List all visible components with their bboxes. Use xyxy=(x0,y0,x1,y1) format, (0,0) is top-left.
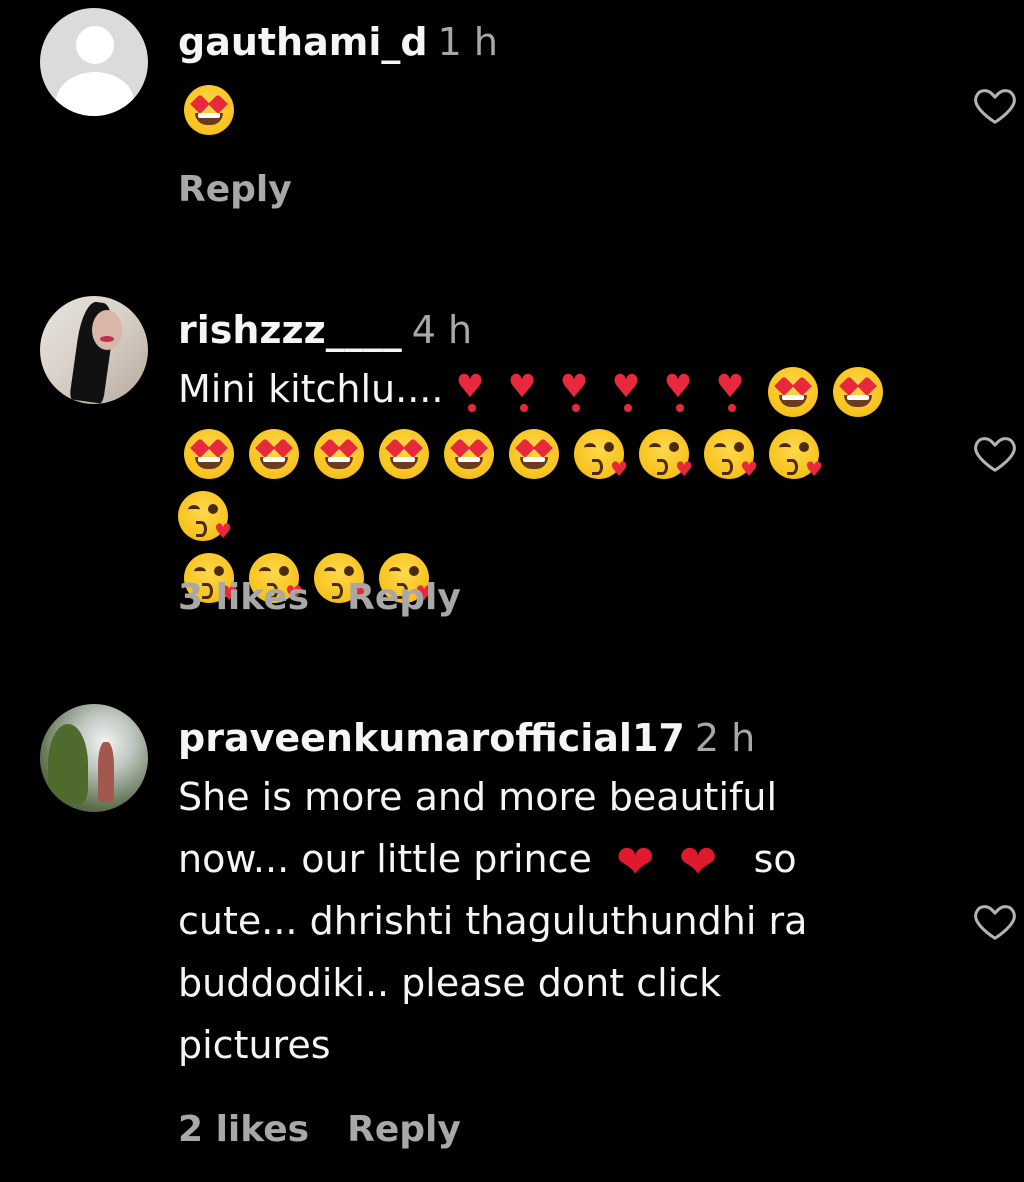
heart-eyes-emoji-icon xyxy=(832,366,883,417)
comment-actions: Reply xyxy=(178,168,292,212)
blowing-kiss-emoji-icon: ♥ xyxy=(639,428,693,479)
comment-text: She is more and more beautiful now... ou… xyxy=(178,766,898,1076)
heart-outline-icon[interactable] xyxy=(972,430,1018,476)
comment-header: praveenkumarofficial17 2 h xyxy=(178,714,755,762)
comment-actions: 2 likes Reply xyxy=(178,1108,461,1152)
timestamp[interactable]: 1 h xyxy=(438,20,498,64)
heart-eyes-emoji-icon xyxy=(509,428,559,479)
heart-exclamation-emoji-icon: ♥ xyxy=(508,370,540,414)
comment-text-content: Mini kitchlu.... xyxy=(178,367,444,411)
red-heart-emoji-icon: ❤ xyxy=(616,834,655,889)
reply-button[interactable]: Reply xyxy=(347,577,461,618)
heart-exclamation-emoji-icon: ♥ xyxy=(716,370,748,414)
blowing-kiss-emoji-icon: ♥ xyxy=(178,490,232,541)
heart-outline-icon[interactable] xyxy=(972,82,1018,128)
likes-count[interactable]: 2 likes xyxy=(178,1109,309,1150)
heart-eyes-emoji-icon xyxy=(184,428,234,479)
avatar[interactable] xyxy=(40,296,148,404)
heart-eyes-emoji-icon xyxy=(767,366,818,417)
username[interactable]: praveenkumarofficial17 xyxy=(178,716,685,760)
username[interactable]: gauthami_d xyxy=(178,20,428,64)
heart-exclamation-emoji-icon: ♥ xyxy=(664,370,696,414)
comment-text: Mini kitchlu.... ♥ ♥ ♥ ♥ ♥ ♥ ♥ ♥ ♥ ♥ ♥ ♥ ♥ ♥ ♥ xyxy=(178,358,898,606)
comment-text-line: pictures xyxy=(178,1023,331,1067)
username[interactable]: rishzzz____ xyxy=(178,308,402,352)
comment-text-line: buddodiki.. please dont click xyxy=(178,961,722,1005)
timestamp[interactable]: 2 h xyxy=(695,716,755,760)
heart-exclamation-emoji-icon: ♥ xyxy=(456,370,488,414)
heart-outline-icon[interactable] xyxy=(972,898,1018,944)
timestamp[interactable]: 4 h xyxy=(412,308,472,352)
blowing-kiss-emoji-icon: ♥ xyxy=(704,428,758,479)
comment-header: rishzzz____ 4 h xyxy=(178,306,472,354)
reply-button[interactable]: Reply xyxy=(347,1109,461,1150)
red-heart-emoji-icon: ❤ xyxy=(678,834,718,889)
comment-text-line: She is more and more beautiful xyxy=(178,775,778,819)
heart-exclamation-emoji-icon: ♥ xyxy=(560,370,592,414)
avatar[interactable] xyxy=(40,704,148,812)
reply-button[interactable]: Reply xyxy=(178,169,292,210)
avatar[interactable] xyxy=(40,8,148,116)
heart-eyes-emoji-icon xyxy=(379,428,429,479)
heart-eyes-emoji-icon xyxy=(184,84,234,135)
likes-count[interactable]: 3 likes xyxy=(178,577,309,618)
heart-eyes-emoji-icon xyxy=(314,428,364,479)
heart-eyes-emoji-icon xyxy=(444,428,494,479)
blowing-kiss-emoji-icon: ♥ xyxy=(574,428,628,479)
comment-header: gauthami_d 1 h xyxy=(178,18,498,66)
comment-text xyxy=(178,76,898,138)
comment-actions: 3 likes Reply xyxy=(178,576,461,620)
comment-text-line: now... our little prince ❤ ❤ so xyxy=(178,834,797,889)
heart-eyes-emoji-icon xyxy=(249,428,299,479)
comment-text-line: cute... dhrishti thaguluthundhi ra xyxy=(178,899,808,943)
heart-exclamation-emoji-icon: ♥ xyxy=(612,370,644,414)
blowing-kiss-emoji-icon: ♥ xyxy=(769,428,823,479)
